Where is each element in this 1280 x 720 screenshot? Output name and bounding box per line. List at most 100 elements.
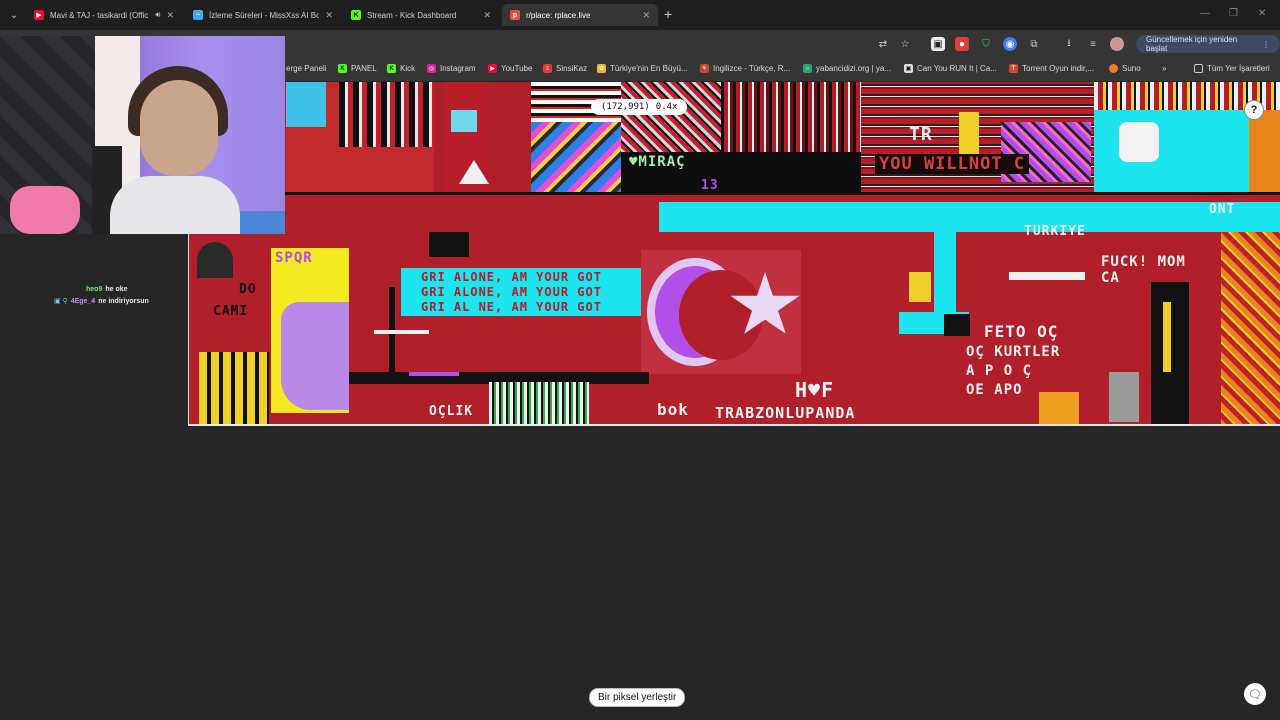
translate-icon[interactable]: ⇄ bbox=[876, 37, 890, 51]
fish-icon: ~ bbox=[193, 10, 203, 20]
bookmark-item[interactable]: erge Paneli bbox=[286, 64, 326, 73]
pixel-text: TR bbox=[909, 124, 933, 145]
bookmark-label: Suno bbox=[1122, 64, 1141, 73]
bookmark-item[interactable]: K Kick bbox=[387, 64, 415, 73]
all-bookmarks-button[interactable]: Tüm Yer İşaretleri bbox=[1194, 64, 1270, 73]
webcam-person bbox=[110, 176, 240, 234]
avatar[interactable] bbox=[1110, 37, 1124, 51]
puzzle-icon[interactable]: ⧉ bbox=[1027, 37, 1041, 51]
bookmark-item[interactable]: ▣ Can You RUN It | Ca... bbox=[904, 64, 997, 73]
webcam-headset bbox=[10, 186, 80, 234]
close-window-icon[interactable]: ✕ bbox=[1258, 8, 1266, 19]
pixel-art-region bbox=[1184, 110, 1249, 194]
zoom-level: 0.4x bbox=[655, 102, 678, 112]
pixel-text: bok bbox=[657, 400, 689, 419]
chat-badge-icon: ▣ ⚲ bbox=[54, 298, 68, 305]
tab-izleme[interactable]: ~ İzleme Süreleri - MissXss AI Bo ✕ bbox=[185, 4, 341, 26]
bookmark-item[interactable]: T Torrent Oyun indir,... bbox=[1009, 64, 1094, 73]
extension-icon[interactable]: ● bbox=[955, 37, 969, 51]
bookmark-item[interactable]: ◎ Instagram bbox=[427, 64, 476, 73]
key-icon bbox=[909, 272, 931, 302]
bookmark-label: PANEL bbox=[351, 64, 377, 73]
coordinates-text: (172,991) bbox=[601, 102, 650, 112]
webcam-person bbox=[140, 80, 218, 176]
pixel-text: TURKIYE bbox=[1024, 224, 1086, 239]
tab-youtube[interactable]: ▶ Mavi & TAJ - tasikardi (Offic 🔊︎ ✕ bbox=[26, 4, 182, 26]
media-control-icon[interactable]: ≡ bbox=[1086, 37, 1100, 51]
help-button[interactable]: ? bbox=[1244, 100, 1264, 120]
pixel-art-region bbox=[531, 122, 621, 192]
tower-region bbox=[1163, 302, 1171, 372]
canvas-divider bbox=[189, 192, 1280, 195]
pixel-art-region bbox=[944, 314, 970, 336]
tab-close-icon[interactable]: ✕ bbox=[166, 10, 174, 21]
webcam-overlay bbox=[0, 36, 285, 234]
pixel-art-region bbox=[339, 82, 434, 147]
place-pixel-label: Bir piksel yerleştir bbox=[598, 692, 677, 703]
bookmark-item[interactable]: ⚘ Ingilizce - Türkçe, R... bbox=[700, 64, 790, 73]
rplace-canvas[interactable]: ♥MIRAÇ 13 YOU WILLNOT C TR TURKIYE ONT S… bbox=[188, 82, 1280, 426]
bookmark-label: Ingilizce - Türkçe, R... bbox=[713, 64, 791, 73]
download-icon[interactable]: ⭳ bbox=[1062, 37, 1076, 51]
update-restart-button[interactable]: Güncellemek için yeniden başlat ⋮ bbox=[1136, 35, 1280, 53]
extension-icon[interactable]: ▣ bbox=[931, 37, 945, 51]
chat-text: ne indiriyorsun bbox=[98, 298, 149, 305]
extension-icon[interactable]: ◉ bbox=[1003, 37, 1017, 51]
bookmark-item[interactable]: ○ yabancidizi.org | ya... bbox=[803, 64, 891, 73]
bookmark-label: SinsiKaz bbox=[556, 64, 588, 73]
bookmark-icon: ▣ bbox=[904, 64, 913, 73]
bookmarks-overflow-button[interactable]: » bbox=[1162, 64, 1166, 73]
crescent-cutout bbox=[679, 270, 763, 360]
pixel-art-region bbox=[409, 372, 459, 376]
chat-message: ▣ ⚲ 4Ege_4 ne indiriyorsun bbox=[54, 297, 149, 305]
pixel-art-region bbox=[934, 232, 956, 322]
chat-bubble-icon[interactable]: 🗨︎ bbox=[1244, 683, 1266, 705]
pixel-text: ♥MIRAÇ bbox=[629, 154, 686, 170]
bookmark-icon: ✿ bbox=[597, 64, 606, 73]
kebab-menu-icon[interactable]: ⋮ bbox=[1262, 40, 1270, 49]
pixel-text: H♥F bbox=[795, 378, 835, 402]
new-tab-button[interactable]: + bbox=[664, 6, 672, 22]
pixel-art-region bbox=[721, 82, 861, 152]
minimize-icon[interactable]: — bbox=[1200, 8, 1210, 19]
bookmark-icon: ⚘ bbox=[700, 64, 709, 73]
bookmark-icon: ○ bbox=[803, 64, 812, 73]
bookmark-item[interactable]: ✿ Türkiye'nin En Büyü... bbox=[597, 64, 688, 73]
pixel-art-region bbox=[199, 352, 269, 424]
maximize-icon[interactable]: ❐ bbox=[1229, 8, 1238, 19]
bookmark-label: Can You RUN It | Ca... bbox=[917, 64, 997, 73]
chat-message: heo9 he oke bbox=[86, 286, 128, 293]
tab-close-icon[interactable]: ✕ bbox=[642, 10, 650, 21]
tab-close-icon[interactable]: ✕ bbox=[483, 10, 491, 21]
bookmark-item[interactable]: ≡ SinsiKaz bbox=[543, 64, 587, 73]
bookmark-icon: T bbox=[1009, 64, 1018, 73]
bookmark-item[interactable]: Suno bbox=[1109, 64, 1141, 73]
tab-close-icon[interactable]: ✕ bbox=[325, 10, 333, 21]
tab-kick-dashboard[interactable]: K Stream - Kick Dashboard ✕ bbox=[343, 4, 499, 26]
tab-rplace[interactable]: p r/place: rplace.live ✕ bbox=[502, 4, 658, 26]
speaker-icon[interactable]: 🔊︎ bbox=[155, 10, 160, 20]
kick-icon: K bbox=[351, 10, 361, 20]
pixel-text: ONT bbox=[1209, 202, 1236, 217]
folder-icon bbox=[1194, 64, 1203, 73]
bookmark-label: erge Paneli bbox=[286, 64, 327, 73]
pixel-art-region bbox=[281, 302, 349, 410]
pixel-text: OÇ KURTLER bbox=[966, 344, 1061, 360]
bookmark-label: YouTube bbox=[501, 64, 533, 73]
pixel-text: FUCK! MOM bbox=[1101, 254, 1186, 270]
bookmark-item[interactable]: K PANEL bbox=[338, 64, 377, 73]
instagram-icon: ◎ bbox=[427, 64, 436, 73]
pixel-art-region bbox=[1039, 392, 1079, 424]
pixel-art-region bbox=[286, 82, 326, 127]
shield-icon[interactable]: ⛉ bbox=[979, 37, 993, 51]
chat-username: 4Ege_4 bbox=[70, 298, 96, 305]
pixel-text: CAMI bbox=[213, 304, 249, 319]
bookmark-label: Türkiye'nin En Büyü... bbox=[610, 64, 688, 73]
update-label: Güncellemek için yeniden başlat bbox=[1146, 35, 1238, 53]
bookmark-item[interactable]: ▶ YouTube bbox=[488, 64, 532, 73]
pixel-text: OE APO bbox=[966, 382, 1023, 398]
youtube-icon: ▶ bbox=[488, 64, 497, 73]
place-pixel-button[interactable]: Bir piksel yerleştir bbox=[589, 688, 686, 707]
star-icon[interactable]: ☆ bbox=[898, 37, 912, 51]
tab-search-menu-icon[interactable]: ⌄ bbox=[4, 5, 24, 25]
